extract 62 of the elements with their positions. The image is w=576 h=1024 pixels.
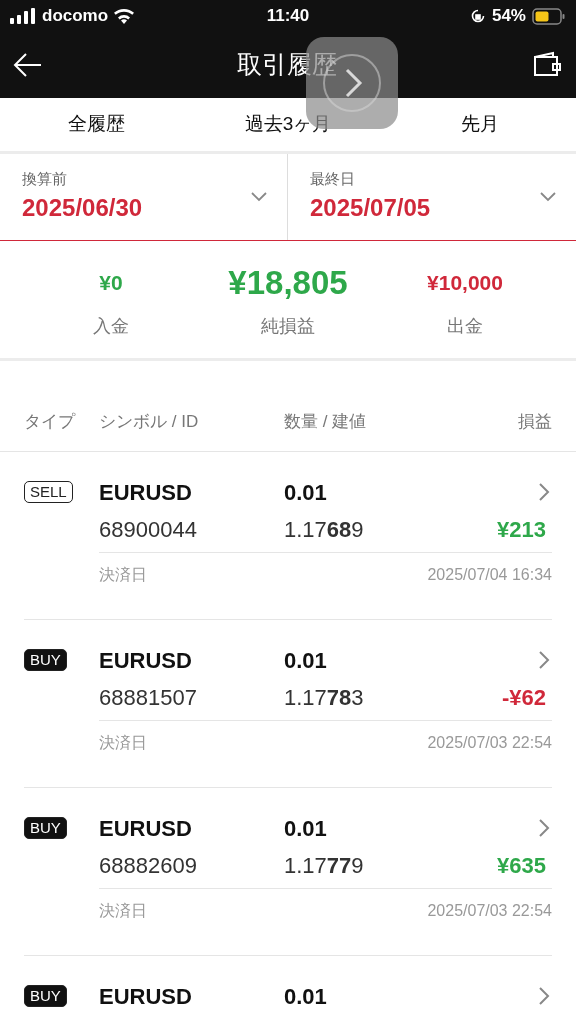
trade-profit: ¥635: [497, 851, 546, 880]
summary-amount: ¥10,000: [427, 270, 503, 296]
summary-amount: ¥0: [99, 270, 123, 296]
trade-price: 1.17779: [284, 851, 365, 880]
trade-volume: 0.01: [284, 982, 328, 1011]
summary-amount: ¥18,805: [228, 263, 348, 303]
summary-label: 入金: [93, 315, 129, 338]
trade-type-badge: BUY: [24, 649, 67, 671]
period-tab[interactable]: 全履歴: [67, 110, 125, 139]
settlement-date: 2025/07/04 16:34: [427, 565, 552, 585]
signal-icon: [10, 8, 36, 24]
trade-volume: 0.01: [284, 646, 328, 675]
column-header: 数量 / 建値: [284, 411, 368, 434]
trade-id: 68882609: [99, 851, 198, 880]
date-label: 換算前: [22, 168, 68, 189]
wallet-icon: [531, 51, 563, 79]
clock: 11:40: [266, 5, 310, 28]
battery-icon: [532, 7, 566, 25]
trade-symbol: EURUSD: [99, 478, 193, 507]
trade-profit: ¥213: [497, 515, 546, 544]
settlement-date-label: 決済日: [99, 565, 147, 585]
trade-id: 68881507: [99, 683, 198, 712]
trade-volume: 0.01: [284, 478, 328, 507]
trade-symbol: EURUSD: [99, 814, 193, 843]
chevron-right-icon: [538, 649, 550, 671]
trade-volume: 0.01: [284, 814, 328, 843]
trade-profit: -¥62: [501, 683, 546, 712]
trade-price: 1.17689: [284, 515, 365, 544]
trade-type-badge: SELL: [24, 481, 73, 503]
date-label: 最終日: [310, 168, 356, 189]
column-header: タイプ: [24, 411, 77, 434]
battery-percent: 54%: [491, 5, 526, 28]
chevron-right-icon: [538, 481, 550, 503]
trade-type-badge: BUY: [24, 985, 67, 1007]
date-value: 2025/06/30: [22, 193, 143, 224]
wifi-icon: [114, 8, 135, 24]
column-header: 損益: [518, 411, 552, 434]
summary-label: 純損益: [261, 315, 315, 338]
chevron-right-icon: [538, 817, 550, 839]
trade-symbol: EURUSD: [99, 646, 193, 675]
period-tab[interactable]: 先月: [461, 110, 499, 139]
page-title: 取引履歴: [237, 49, 337, 81]
date-picker[interactable]: 換算前 2025/06/30: [0, 154, 288, 240]
trade-price: 1.17783: [284, 683, 365, 712]
carrier-name: docomo: [42, 5, 109, 28]
back-arrow-icon: [13, 52, 43, 78]
settlement-date: 2025/07/03 22:54: [427, 901, 552, 921]
chevron-right-icon: [538, 985, 550, 1007]
period-tab[interactable]: 過去3ヶ月: [244, 110, 332, 139]
settlement-date-label: 決済日: [99, 733, 147, 753]
settlement-date-label: 決済日: [99, 901, 147, 921]
summary-label: 出金: [447, 315, 483, 338]
dropdown-caret-icon: [251, 192, 267, 202]
trade-type-badge: BUY: [24, 817, 67, 839]
rotation-lock-icon: [469, 8, 486, 24]
settlement-date: 2025/07/03 22:54: [427, 733, 552, 753]
date-picker[interactable]: 最終日 2025/07/05: [288, 154, 576, 240]
trade-symbol: EURUSD: [99, 982, 193, 1011]
trade-id: 68900044: [99, 515, 198, 544]
column-header: シンボル / ID: [99, 411, 200, 434]
date-value: 2025/07/05: [310, 193, 431, 224]
dropdown-caret-icon: [540, 192, 556, 202]
